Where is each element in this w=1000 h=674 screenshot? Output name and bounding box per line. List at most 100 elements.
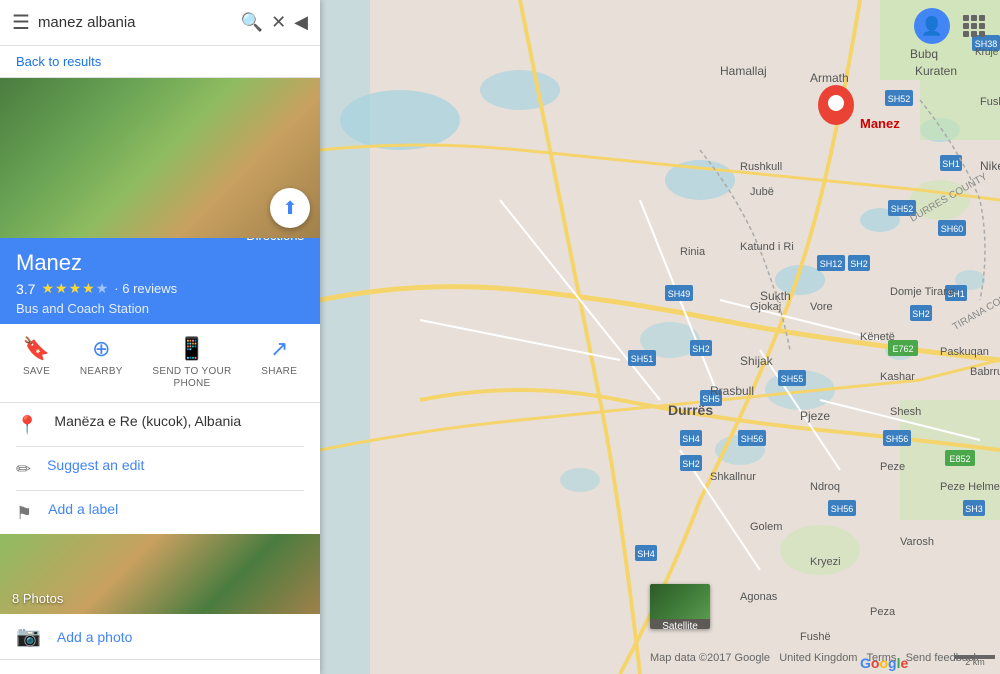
flag-icon: ⚑ — [16, 503, 32, 524]
back-to-results-link[interactable]: Back to results — [0, 46, 320, 78]
collapse-icon[interactable]: ◀ — [294, 12, 308, 33]
share-icon: ↗ — [270, 336, 288, 362]
map-area[interactable]: SH38 SH52 SH1 SH52 SH60 SH2 SH2 SH12 SH4… — [320, 0, 1000, 674]
svg-text:SH56: SH56 — [886, 434, 909, 444]
svg-text:Jubë: Jubë — [750, 186, 774, 198]
location-icon: 📍 — [16, 415, 38, 436]
svg-text:Peze: Peze — [880, 461, 905, 473]
rating-number: 3.7 — [16, 281, 35, 297]
place-info: Directions Manez 3.7 ★ ★ ★ ★ ★ · 6 revie… — [0, 238, 320, 324]
nearby-action[interactable]: ⊕ NEARBY — [80, 336, 123, 390]
star-3: ★ — [69, 280, 82, 297]
rating-row: 3.7 ★ ★ ★ ★ ★ · 6 reviews — [16, 280, 304, 297]
svg-text:Peza: Peza — [870, 606, 896, 618]
address-text: Manëza e Re (kucok), Albania — [54, 413, 241, 429]
send-to-phone-action[interactable]: 📱 SEND TO YOURPHONE — [152, 336, 231, 390]
save-icon: 🔖 — [23, 336, 50, 362]
review-summary: Review summary 5 4 3 — [0, 660, 320, 674]
save-label: SAVE — [23, 366, 50, 378]
left-panel: ☰ manez albania 🔍 ✕ ◀ Back to results ⬆ … — [0, 0, 320, 674]
star-2: ★ — [55, 280, 68, 297]
svg-text:SH2: SH2 — [912, 309, 930, 319]
svg-text:SH3: SH3 — [965, 504, 983, 514]
svg-text:Manez: Manez — [860, 116, 900, 131]
svg-text:Domje Tirane: Domje Tirane — [890, 286, 955, 298]
svg-text:Varosh: Varosh — [900, 536, 934, 548]
svg-text:SH56: SH56 — [831, 504, 854, 514]
svg-text:Babrru: Babrru — [970, 366, 1000, 378]
svg-text:SH51: SH51 — [631, 354, 654, 364]
photos-label: 8 Photos — [12, 591, 63, 606]
phone-icon: 📱 — [178, 336, 205, 362]
search-icon[interactable]: 🔍 — [241, 12, 263, 33]
place-name: Manez — [16, 250, 304, 276]
star-4: ★ — [82, 280, 95, 297]
svg-text:Hamallaj: Hamallaj — [720, 64, 767, 78]
add-photo-text: Add a photo — [57, 629, 133, 645]
close-icon[interactable]: ✕ — [271, 12, 286, 33]
svg-text:Kruje District: Kruje District — [975, 47, 1000, 58]
svg-text:SH12: SH12 — [820, 259, 843, 269]
action-buttons: 🔖 SAVE ⊕ NEARBY 📱 SEND TO YOURPHONE ↗ SH… — [0, 324, 320, 403]
map-svg: SH38 SH52 SH1 SH52 SH60 SH2 SH2 SH12 SH4… — [320, 0, 1000, 674]
address-row[interactable]: 📍 Manëza e Re (kucok), Albania — [0, 403, 320, 446]
svg-text:SH1: SH1 — [942, 159, 960, 169]
camera-icon: 📷 — [16, 624, 41, 649]
save-action[interactable]: 🔖 SAVE — [23, 336, 50, 390]
svg-text:SH52: SH52 — [888, 94, 911, 104]
nearby-label: NEARBY — [80, 366, 123, 378]
satellite-button[interactable]: Satellite — [650, 584, 710, 629]
svg-text:SH56: SH56 — [741, 434, 764, 444]
svg-text:Agonas: Agonas — [740, 591, 778, 603]
svg-text:Ndroq: Ndroq — [810, 481, 840, 493]
svg-text:SH60: SH60 — [941, 224, 964, 234]
user-account-button[interactable]: 👤 — [914, 8, 950, 44]
svg-text:Kryezi: Kryezi — [810, 556, 841, 568]
star-5: ★ — [96, 280, 109, 297]
satellite-label: Satellite — [650, 619, 710, 629]
svg-text:Shijak: Shijak — [740, 354, 774, 368]
svg-text:Golem: Golem — [750, 521, 782, 533]
apps-button[interactable] — [956, 8, 992, 44]
search-query: manez albania — [38, 14, 233, 31]
suggest-edit-text: Suggest an edit — [47, 457, 144, 473]
svg-text:Rrasbull: Rrasbull — [710, 384, 754, 398]
svg-text:SH2: SH2 — [682, 459, 700, 469]
svg-text:Shesh: Shesh — [890, 406, 921, 418]
hero-image: ⬆ — [0, 78, 320, 238]
svg-text:SH4: SH4 — [637, 549, 655, 559]
suggest-edit-row[interactable]: ✏ Suggest an edit — [0, 447, 320, 490]
add-label-row[interactable]: ⚑ Add a label — [0, 491, 320, 534]
svg-text:Fushe-Kruje: Fushe-Kruje — [980, 96, 1000, 108]
svg-text:Sukth: Sukth — [760, 289, 791, 303]
svg-text:SH49: SH49 — [668, 289, 691, 299]
menu-icon[interactable]: ☰ — [12, 10, 30, 35]
send-label: SEND TO YOURPHONE — [152, 366, 231, 390]
svg-text:E852: E852 — [949, 454, 970, 464]
svg-text:Paskuqan: Paskuqan — [940, 346, 989, 358]
share-label: SHARE — [261, 366, 297, 378]
svg-text:SH52: SH52 — [891, 204, 914, 214]
svg-text:Durrës: Durrës — [668, 402, 713, 418]
share-action[interactable]: ↗ SHARE — [261, 336, 297, 390]
search-bar: ☰ manez albania 🔍 ✕ ◀ — [0, 0, 320, 46]
review-count[interactable]: · 6 reviews — [114, 281, 177, 296]
user-icon: 👤 — [921, 16, 943, 37]
star-rating: ★ ★ ★ ★ ★ — [41, 280, 108, 297]
svg-text:SH4: SH4 — [682, 434, 700, 444]
nearby-icon: ⊕ — [92, 336, 110, 362]
svg-text:Fushë: Fushë — [800, 631, 831, 643]
svg-text:Vore: Vore — [810, 301, 833, 313]
add-photo-row[interactable]: 📷 Add a photo — [0, 614, 320, 660]
map-data-label: Map data ©2017 Google United Kingdom Ter… — [650, 652, 979, 664]
terms-link[interactable]: Terms — [866, 652, 896, 664]
svg-text:Peze Helmes: Peze Helmes — [940, 481, 1000, 493]
edit-icon: ✏ — [16, 459, 31, 480]
svg-text:SH2: SH2 — [850, 259, 868, 269]
street-view-button[interactable]: ⬆ — [270, 188, 310, 228]
svg-text:Bubq: Bubq — [910, 47, 938, 61]
svg-text:E762: E762 — [892, 344, 913, 354]
svg-text:Rinia: Rinia — [680, 246, 706, 258]
send-feedback-link[interactable]: Send feedback — [906, 652, 979, 664]
photos-section[interactable]: 8 Photos — [0, 534, 320, 614]
